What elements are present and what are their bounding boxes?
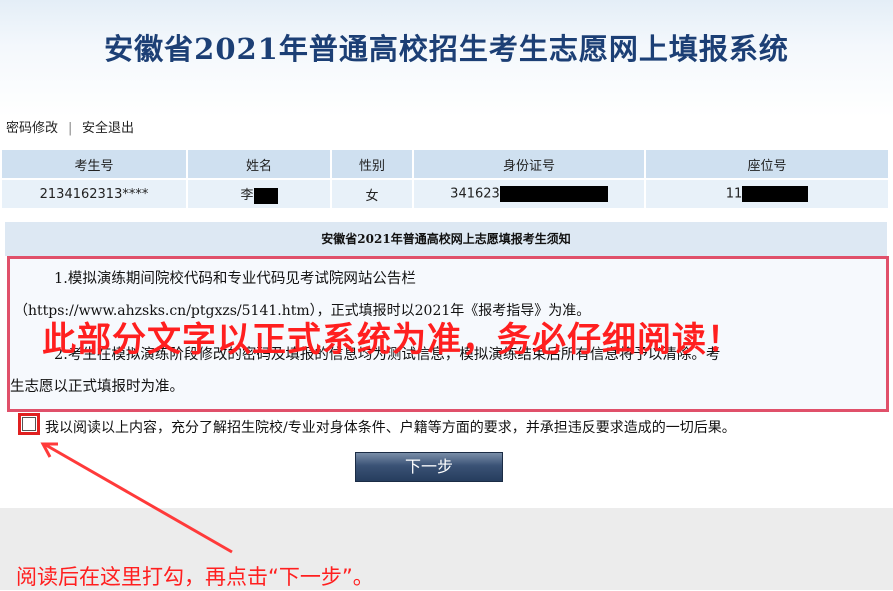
- header-seat-no: 座位号: [646, 150, 888, 178]
- table-header-row: 考生号 姓名 性别 身份证号 座位号: [2, 150, 888, 178]
- name-value: 李: [240, 188, 254, 204]
- redaction-mask: [253, 187, 278, 204]
- redaction-mask: [499, 186, 608, 202]
- page-title: 安徽省2021年普通高校招生考生志愿网上填报系统: [104, 32, 789, 66]
- notice-overlay-warning: 此部分文字以正式系统为准，务必仔细阅读！: [42, 320, 742, 360]
- header-gender: 性别: [332, 150, 412, 178]
- header-name: 姓名: [188, 150, 330, 178]
- cell-name: 李: [188, 180, 330, 208]
- logout-link[interactable]: 安全退出: [82, 117, 134, 141]
- notice-line-1: 1.模拟演练期间院校代码和专业代码见考试院网站公告栏: [54, 271, 416, 287]
- agreement-text: 我以阅读以上内容，充分了解招生院校/专业对身体条件、户籍等方面的要求，并承担违反…: [45, 420, 736, 436]
- header-exam-no: 考生号: [2, 150, 186, 178]
- header-id-no: 身份证号: [414, 150, 644, 178]
- agree-checkbox[interactable]: [22, 417, 36, 431]
- notice-line-4: 生志愿以正式填报时为准。: [10, 379, 184, 395]
- nav-separator: |: [68, 121, 73, 136]
- cell-gender: 女: [332, 180, 412, 208]
- id-no-value: 341623: [450, 186, 500, 202]
- cell-id-no: 341623: [414, 180, 644, 208]
- seat-no-value: 11: [725, 186, 743, 202]
- student-info-table: 考生号 姓名 性别 身份证号 座位号 2134162313**** 李 女 34…: [0, 148, 890, 210]
- notice-panel: 安徽省2021年普通高校网上志愿填报考生须知 1.模拟演练期间院校代码和专业代码…: [5, 222, 889, 484]
- table-row: 2134162313**** 李 女 341623 11: [2, 180, 888, 208]
- header-banner: 安徽省2021年普通高校招生考生志愿网上填报系统: [0, 0, 893, 117]
- top-nav: 密码修改 | 安全退出: [0, 117, 893, 141]
- cell-exam-no: 2134162313****: [2, 180, 186, 208]
- cell-seat-no: 11: [646, 180, 888, 208]
- agreement-row: 我以阅读以上内容，充分了解招生院校/专业对身体条件、户籍等方面的要求，并承担违反…: [15, 413, 885, 437]
- redaction-mask: [742, 186, 809, 202]
- notice-content-box: 1.模拟演练期间院校代码和专业代码见考试院网站公告栏 （https://www.…: [7, 256, 889, 412]
- notice-title: 安徽省2021年普通高校网上志愿填报考生须知: [5, 222, 887, 256]
- change-password-link[interactable]: 密码修改: [6, 117, 58, 141]
- next-step-button[interactable]: 下一步: [355, 452, 503, 482]
- annotation-note: 阅读后在这里打勾，再点击“下一步”。: [16, 565, 374, 589]
